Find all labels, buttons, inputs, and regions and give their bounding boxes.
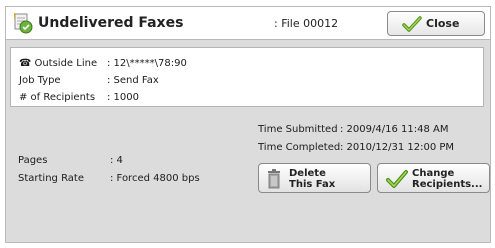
checkmark-icon — [386, 170, 408, 188]
change-recipients-button[interactable]: Change Recipients... — [377, 163, 490, 193]
phone-icon: ☎ — [19, 58, 32, 69]
outside-line-label: ☎ Outside Line — [19, 58, 98, 69]
recipients-label: # of Recipients — [19, 92, 96, 103]
delete-fax-button-label: Delete This Fax — [289, 168, 336, 190]
time-completed-value: : 2010/12/31 12:00 PM — [340, 142, 455, 153]
recipients-value: : 1000 — [107, 92, 139, 103]
page-title: Undelivered Faxes — [38, 15, 184, 31]
time-submitted-value: : 2009/4/16 11:48 AM — [340, 124, 449, 135]
outside-line-value: : 12\*****\78:90 — [107, 58, 187, 69]
close-button[interactable]: Close — [387, 11, 485, 36]
pages-label: Pages — [18, 155, 48, 166]
starting-rate-value: : Forced 4800 bps — [110, 173, 200, 184]
undelivered-fax-icon: ! — [13, 12, 33, 34]
job-type-label: Job Type — [19, 75, 61, 86]
close-button-label: Close — [426, 17, 460, 30]
delete-fax-button[interactable]: Delete This Fax — [258, 163, 371, 193]
time-submitted-label: Time Submitted — [258, 124, 338, 135]
job-type-value: : Send Fax — [107, 75, 159, 86]
change-recipients-button-label: Change Recipients... — [412, 168, 483, 190]
svg-text:!: ! — [13, 12, 16, 20]
trash-icon — [268, 169, 280, 189]
pages-value: : 4 — [110, 155, 123, 166]
checkmark-icon — [402, 16, 422, 32]
starting-rate-label: Starting Rate — [18, 173, 85, 184]
time-completed-label: Time Completed — [258, 142, 341, 153]
header-bar: ! Undelivered Faxes : File 00012 Close — [5, 6, 491, 40]
job-info-box: ☎ Outside Line : 12\*****\78:90 Job Type … — [10, 47, 484, 107]
file-number: : File 00012 — [274, 17, 339, 30]
undelivered-faxes-screen: ! Undelivered Faxes : File 00012 Close ☎… — [0, 0, 495, 248]
